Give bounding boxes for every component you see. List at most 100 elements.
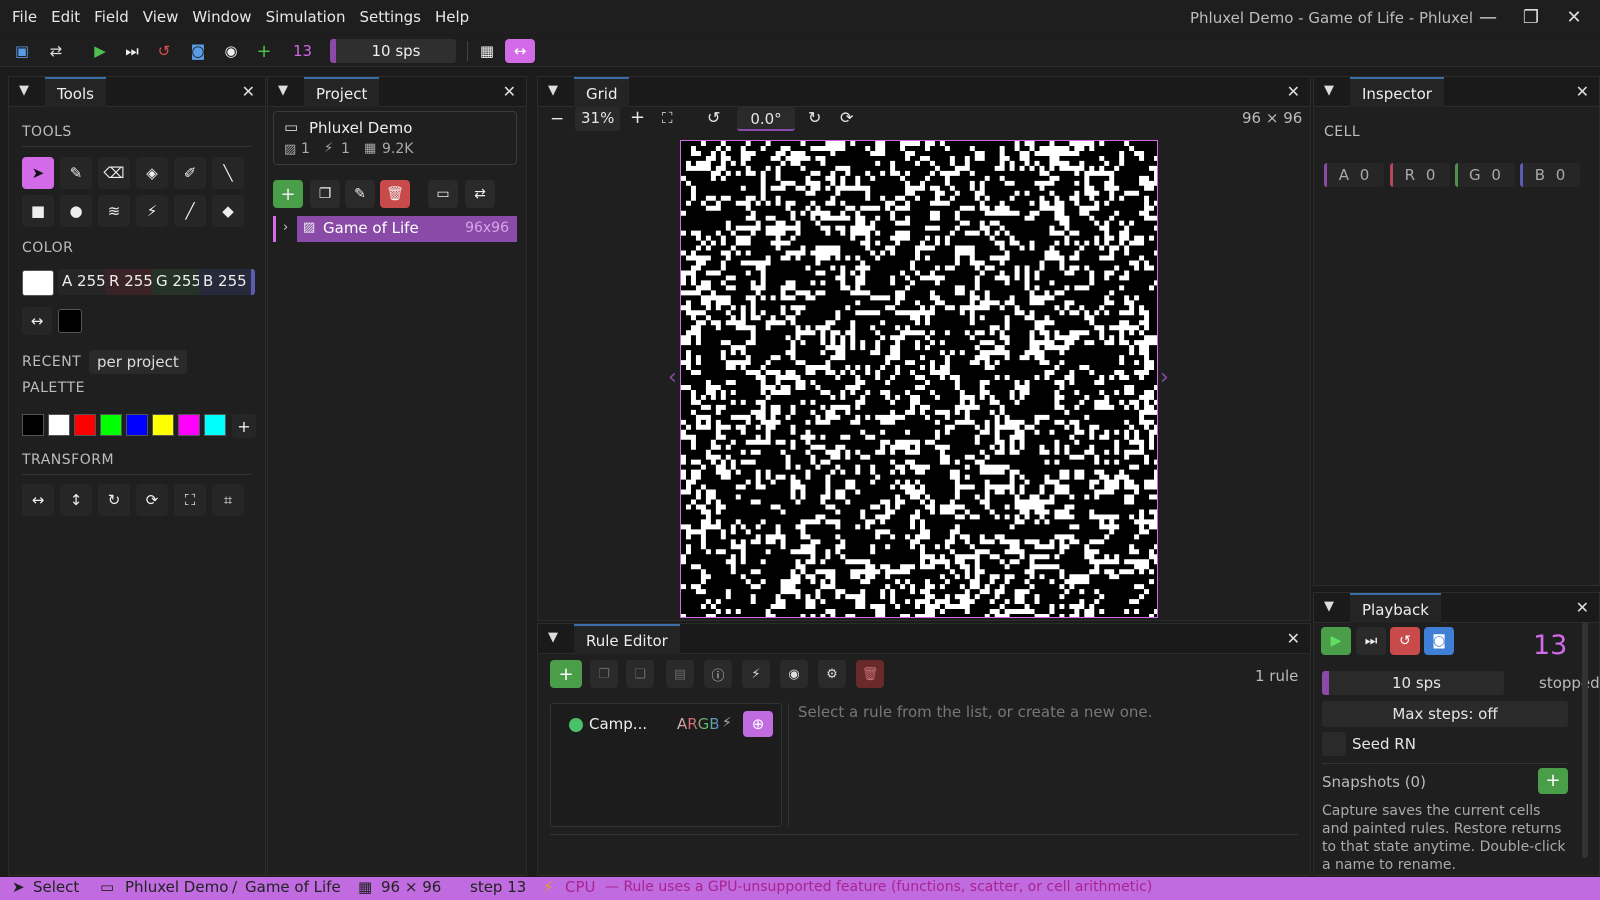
grid-canvas[interactable] [680,140,1158,618]
eye-icon[interactable]: ◉ [219,39,243,63]
delete-rule-button[interactable]: 🗑 [856,660,884,688]
menu-window[interactable]: Window [185,8,258,26]
current-color-swatch[interactable] [22,270,54,296]
preview-button[interactable]: ◉ [780,660,808,688]
rotate-right-icon[interactable]: ↻ [808,108,821,127]
collapse-icon[interactable]: ▼ [548,83,558,98]
scroll-right-icon[interactable]: › [1160,365,1169,390]
grid-panel-title[interactable]: Grid [574,77,630,107]
play-button[interactable]: ▶ [1321,627,1351,655]
tree-item-game-of-life[interactable]: ▨ Game of Life 96x96 [297,216,517,242]
collapse-icon[interactable]: ▼ [278,83,288,98]
flip-vertical-icon[interactable]: ↕ [60,484,92,516]
minimize-icon[interactable]: — [1471,4,1505,30]
palette-swatch[interactable] [100,414,122,436]
step-button[interactable]: ⏭ [1356,627,1386,655]
cell-grid[interactable] [681,141,1158,618]
eyedropper-tool[interactable]: ✐ [174,157,206,189]
rotate-left-icon[interactable]: ↺ [707,108,720,127]
project-panel-title[interactable]: Project [304,77,380,107]
tools-panel-title[interactable]: Tools [45,77,106,107]
menu-file[interactable]: File [0,8,44,26]
collapse-icon[interactable]: ▼ [548,630,558,645]
settings-button[interactable]: ⚙ [818,660,846,688]
flip-horizontal-icon[interactable]: ↔ [22,484,54,516]
add-item-button[interactable]: + [273,180,303,208]
info-button[interactable]: ⓘ [704,660,732,688]
ellipse-tool[interactable]: ● [60,195,92,227]
close-icon[interactable]: ✕ [1576,82,1589,101]
open-folder-button[interactable]: ▭ [428,180,458,208]
export-tree-button[interactable]: ⇄ [465,180,495,208]
clipboard-rule-button[interactable]: ▤ [666,660,694,688]
rotate-180-icon[interactable]: ⟳ [136,484,168,516]
add-snapshot-button[interactable]: + [1538,768,1568,794]
menu-simulation[interactable]: Simulation [259,8,353,26]
camera-icon[interactable]: ◙ [186,39,210,63]
reset-button[interactable]: ↺ [1390,627,1420,655]
reset-icon[interactable]: ↺ [152,39,176,63]
seed-checkbox[interactable] [1322,732,1346,756]
close-icon[interactable]: ✕ [1287,629,1300,648]
snapshot-camera-button[interactable]: ◙ [1424,627,1454,655]
fit-icon[interactable]: ⛶ [174,484,206,516]
eraser-tool[interactable]: ⌫ [98,157,130,189]
close-icon[interactable]: ✕ [503,82,516,101]
rule-paint-tool[interactable]: ⚡ [136,195,168,227]
spray-tool[interactable]: ≋ [98,195,130,227]
sps-slider[interactable]: 10 sps [330,39,456,63]
collapse-icon[interactable]: ▼ [1324,599,1334,614]
expand-chevron-icon[interactable]: › [283,220,288,235]
close-window-icon[interactable]: ✕ [1557,4,1591,30]
rule-editor-title[interactable]: Rule Editor [574,624,680,654]
swap-colors-icon[interactable]: ↔ [22,307,52,335]
add-icon[interactable]: + [252,39,276,63]
project-card[interactable]: ▭ Phluxel Demo ▨ 1 ⚡ 1 ▦ 9.2K [273,111,517,165]
inspector-panel-title[interactable]: Inspector [1350,77,1444,107]
palette-swatch[interactable] [152,414,174,436]
menu-edit[interactable]: Edit [44,8,87,26]
palette-swatch[interactable] [74,414,96,436]
play-icon[interactable]: ▶ [88,39,112,63]
menu-field[interactable]: Field [87,8,136,26]
rotate-icon[interactable]: ↻ [98,484,130,516]
restore-icon[interactable]: ❐ [1514,4,1548,30]
secondary-color-swatch[interactable] [58,309,82,333]
duplicate-button[interactable]: ❐ [310,180,340,208]
playback-scrollbar[interactable] [1582,622,1588,858]
grid-icon[interactable]: ▦ [475,39,499,63]
zoom-in-icon[interactable]: + [630,107,645,128]
brush-tool[interactable]: ╱ [174,195,206,227]
menu-settings[interactable]: Settings [352,8,428,26]
close-icon[interactable]: ✕ [242,82,255,101]
palette-swatch[interactable] [126,414,148,436]
run-rule-button[interactable]: ⚡ [742,660,770,688]
tag-tool[interactable]: ◆ [212,195,244,227]
wrap-icon[interactable]: ↔ [505,39,535,63]
save-icon[interactable]: ▣ [10,39,34,63]
palette-swatch[interactable] [178,414,200,436]
rectangle-tool[interactable]: ■ [22,195,54,227]
zoom-out-icon[interactable]: − [550,109,564,129]
menu-view[interactable]: View [136,8,186,26]
scroll-left-icon[interactable]: ‹ [668,365,677,390]
select-tool[interactable]: ➤ [22,157,54,189]
collapse-icon[interactable]: ▼ [1324,83,1334,98]
globe-icon[interactable]: ⊕ [743,711,773,737]
max-steps-button[interactable]: Max steps: off [1322,701,1568,727]
palette-swatch[interactable] [48,414,70,436]
delete-button[interactable]: 🗑 [380,180,410,208]
rename-button[interactable]: ✎ [345,180,375,208]
paste-rule-button[interactable]: ❏ [626,660,654,688]
close-icon[interactable]: ✕ [1576,598,1589,617]
add-rule-button[interactable]: + [550,660,582,688]
add-palette-color-icon[interactable]: + [232,414,256,438]
fit-view-icon[interactable]: ⛶ [662,109,673,127]
step-icon[interactable]: ⏭ [120,39,144,63]
close-icon[interactable]: ✕ [1287,82,1300,101]
menu-help[interactable]: Help [428,8,476,26]
export-icon[interactable]: ⇄ [44,39,68,63]
recent-mode-chip[interactable]: per project [89,350,187,374]
crop-icon[interactable]: ⌗ [212,484,244,516]
playback-panel-title[interactable]: Playback [1350,593,1441,623]
